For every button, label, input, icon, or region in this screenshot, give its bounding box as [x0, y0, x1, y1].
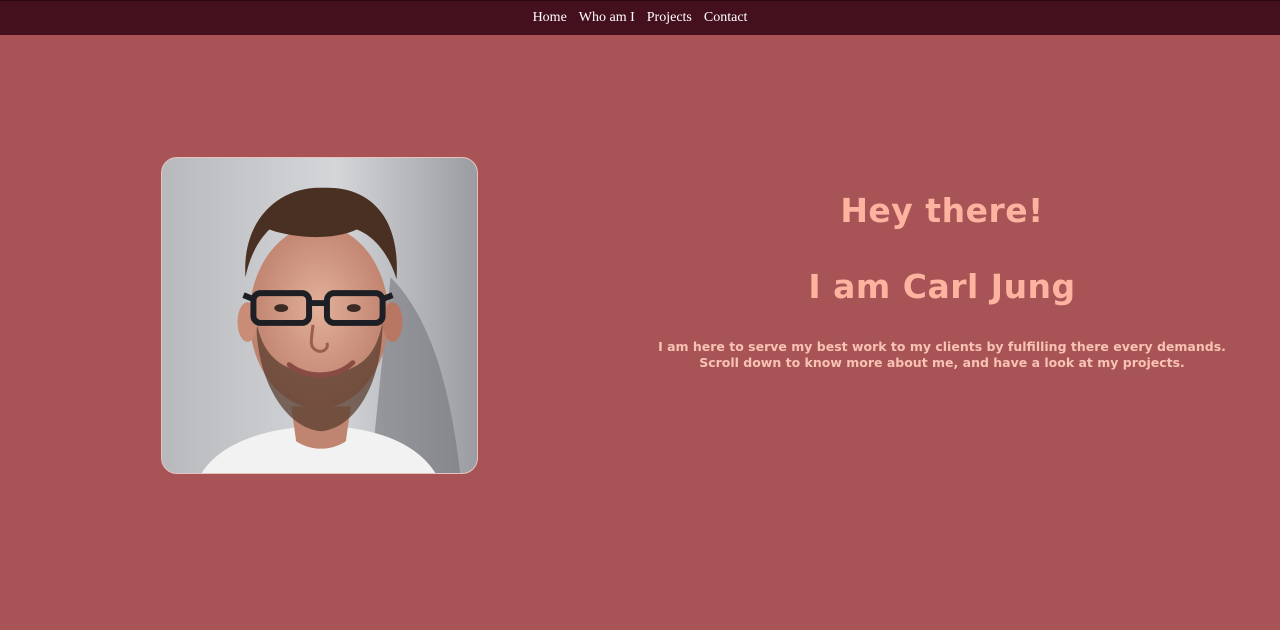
- name-heading: I am Carl Jung: [808, 267, 1076, 306]
- intro-paragraph: I am here to serve my best work to my cl…: [658, 339, 1226, 370]
- top-navbar: Home Who am I Projects Contact: [0, 0, 1280, 35]
- hero-text: Hey there! I am Carl Jung I am here to s…: [640, 185, 1244, 371]
- greeting-heading: Hey there!: [840, 191, 1044, 230]
- profile-photo: [161, 157, 478, 474]
- nav-link-projects[interactable]: Projects: [647, 11, 692, 25]
- nav-link-who-am-i[interactable]: Who am I: [579, 11, 635, 25]
- nav-link-home[interactable]: Home: [533, 11, 567, 25]
- nav-link-contact[interactable]: Contact: [704, 11, 748, 25]
